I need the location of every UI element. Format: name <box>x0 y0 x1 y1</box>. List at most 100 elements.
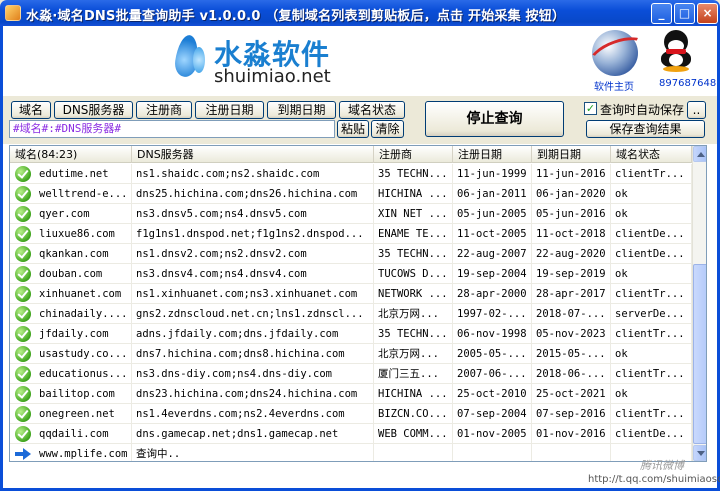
cell-reg-date: 11-oct-2005 <box>453 224 532 244</box>
cell-domain: douban.com <box>35 264 132 284</box>
cell-reg-date: 19-sep-2004 <box>453 264 532 284</box>
table-row[interactable]: qkankan.com ns1.dnsv2.com;ns2.dnsv2.com 35… <box>10 244 692 264</box>
qq-penguin-icon[interactable] <box>661 30 691 72</box>
field-button-dns[interactable]: DNS服务器 <box>54 101 133 119</box>
cell-reg-date: 2005-05-... <box>453 344 532 364</box>
table-row[interactable]: douban.com ns3.dnsv4.com;ns4.dnsv4.com TUC… <box>10 264 692 284</box>
cell-registrar <box>374 444 453 461</box>
column-header-registrar[interactable]: 注册商 <box>374 146 453 163</box>
cell-registrar: NETWORK ... <box>374 284 453 304</box>
table-row[interactable]: qqdaili.com dns.gamecap.net;dns1.gamecap.… <box>10 424 692 444</box>
check-icon <box>15 246 31 262</box>
maximize-button[interactable]: □ <box>674 3 695 24</box>
cell-dns: dns.gamecap.net;dns1.gamecap.net <box>132 424 374 444</box>
check-icon <box>15 166 31 182</box>
cell-dns: f1g1ns1.dnspod.net;f1g1ns2.dnspod... <box>132 224 374 244</box>
cell-state: clientTr... <box>611 324 692 344</box>
table-row[interactable]: www.mplife.com 查询中.. <box>10 444 692 461</box>
cell-domain: liuxue86.com <box>35 224 132 244</box>
save-results-button[interactable]: 保存查询结果 <box>586 120 705 138</box>
vertical-scrollbar[interactable] <box>692 146 706 461</box>
cell-state: clientDe... <box>611 224 692 244</box>
check-icon <box>15 286 31 302</box>
cell-domain: chinadaily.... <box>35 304 132 324</box>
cell-exp-date: 01-nov-2016 <box>532 424 611 444</box>
table-row[interactable]: jfdaily.com adns.jfdaily.com;dns.jfdaily.… <box>10 324 692 344</box>
column-header-dns[interactable]: DNS服务器 <box>132 146 374 163</box>
weibo-url-watermark: http://t.qq.com/shuimiaosoft <box>588 474 720 485</box>
close-button[interactable]: × <box>697 3 718 24</box>
field-button-registrar[interactable]: 注册商 <box>136 101 192 119</box>
cell-registrar: XIN NET ... <box>374 204 453 224</box>
table-row[interactable]: usastudy.co... dns7.hichina.com;dns8.hich… <box>10 344 692 364</box>
field-button-state[interactable]: 域名状态 <box>339 101 405 119</box>
check-icon <box>15 326 31 342</box>
paste-button[interactable]: 粘贴 <box>337 120 369 138</box>
table-row[interactable]: bailitop.com dns23.hichina.com;dns24.hich… <box>10 384 692 404</box>
cell-registrar: HICHINA ... <box>374 384 453 404</box>
column-header-exp-date[interactable]: 到期日期 <box>532 146 611 163</box>
clear-button[interactable]: 清除 <box>371 120 404 138</box>
cell-dns: dns7.hichina.com;dns8.hichina.com <box>132 344 374 364</box>
table-row[interactable]: xinhuanet.com ns1.xinhuanet.com;ns3.xinhu… <box>10 284 692 304</box>
cell-domain: jfdaily.com <box>35 324 132 344</box>
scrollbar-thumb[interactable] <box>693 264 706 444</box>
table-row[interactable]: liuxue86.com f1g1ns1.dnspod.net;f1g1ns2.d… <box>10 224 692 244</box>
scroll-down-icon[interactable] <box>693 445 706 461</box>
field-button-domain[interactable]: 域名 <box>11 101 51 119</box>
cell-reg-date: 25-oct-2010 <box>453 384 532 404</box>
cell-domain: qqdaili.com <box>35 424 132 444</box>
table-row[interactable]: onegreen.net ns1.4everdns.com;ns2.4everdn… <box>10 404 692 424</box>
table-row[interactable]: qyer.com ns3.dnsv5.com;ns4.dnsv5.com XIN N… <box>10 204 692 224</box>
cell-dns: ns3.dns-diy.com;ns4.dns-diy.com <box>132 364 374 384</box>
table-row[interactable]: welltrend-e... dns25.hichina.com;dns26.hi… <box>10 184 692 204</box>
column-header-reg-date[interactable]: 注册日期 <box>453 146 532 163</box>
cell-exp-date: 25-oct-2021 <box>532 384 611 404</box>
title-bar[interactable]: 水淼·域名DNS批量查询助手 v1.0.0.0 （复制域名列表到剪贴板后，点击 … <box>0 0 720 26</box>
qq-link[interactable]: 897687648 <box>659 78 716 89</box>
cell-domain: edutime.net <box>35 164 132 184</box>
cell-domain: onegreen.net <box>35 404 132 424</box>
cell-registrar: 北京万网... <box>374 304 453 324</box>
cell-domain: educationus... <box>35 364 132 384</box>
cell-registrar: ENAME TE... <box>374 224 453 244</box>
cell-domain: bailitop.com <box>35 384 132 404</box>
minimize-button[interactable]: _ <box>651 3 672 24</box>
cell-domain: qkankan.com <box>35 244 132 264</box>
cell-dns: dns25.hichina.com;dns26.hichina.com <box>132 184 374 204</box>
cell-exp-date: 07-sep-2016 <box>532 404 611 424</box>
check-icon <box>15 346 31 362</box>
cell-exp-date: 11-jun-2016 <box>532 164 611 184</box>
cell-dns: ns1.dnsv2.com;ns2.dnsv2.com <box>132 244 374 264</box>
field-button-reg-date[interactable]: 注册日期 <box>195 101 264 119</box>
table-row[interactable]: chinadaily.... gns2.zdnscloud.net.cn;lns1… <box>10 304 692 324</box>
weibo-watermark: 腾讯微博 <box>640 459 684 472</box>
field-button-exp-date[interactable]: 到期日期 <box>267 101 336 119</box>
cell-exp-date: 2018-07-... <box>532 304 611 324</box>
stop-query-button[interactable]: 停止查询 <box>425 101 564 137</box>
cell-exp-date: 28-apr-2017 <box>532 284 611 304</box>
table-row[interactable]: educationus... ns3.dns-diy.com;ns4.dns-di… <box>10 364 692 384</box>
home-link[interactable]: 软件主页 <box>594 78 634 93</box>
cell-registrar: 35 TECHN... <box>374 164 453 184</box>
column-header-domain[interactable]: 域名(84:23) <box>10 146 132 163</box>
cell-registrar: WEB COMM... <box>374 424 453 444</box>
cell-dns: ns1.4everdns.com;ns2.4everdns.com <box>132 404 374 424</box>
window-title: 水淼·域名DNS批量查询助手 v1.0.0.0 （复制域名列表到剪贴板后，点击 … <box>26 9 566 24</box>
scroll-up-icon[interactable] <box>693 146 706 162</box>
cell-state: serverDe... <box>611 304 692 324</box>
table-row[interactable]: edutime.net ns1.shaidc.com;ns2.shaidc.com… <box>10 164 692 184</box>
check-icon <box>15 226 31 242</box>
format-template-input[interactable]: #域名#:#DNS服务器# <box>9 120 335 138</box>
column-header-state[interactable]: 域名状态 <box>611 146 692 163</box>
cell-state: ok <box>611 384 692 404</box>
cell-state: clientDe... <box>611 424 692 444</box>
more-options-button[interactable]: .. <box>687 101 706 119</box>
cell-dns: adns.jfdaily.com;dns.jfdaily.com <box>132 324 374 344</box>
cell-domain: www.mplife.com <box>35 444 132 461</box>
globe-home-icon[interactable] <box>592 30 638 76</box>
cell-reg-date: 07-sep-2004 <box>453 404 532 424</box>
results-table[interactable]: 域名(84:23) DNS服务器 注册商 注册日期 到期日期 域名状态 edutime.n… <box>9 145 707 462</box>
cell-reg-date: 2007-06-... <box>453 364 532 384</box>
checkbox-checked-icon[interactable]: ✓ <box>584 102 597 115</box>
